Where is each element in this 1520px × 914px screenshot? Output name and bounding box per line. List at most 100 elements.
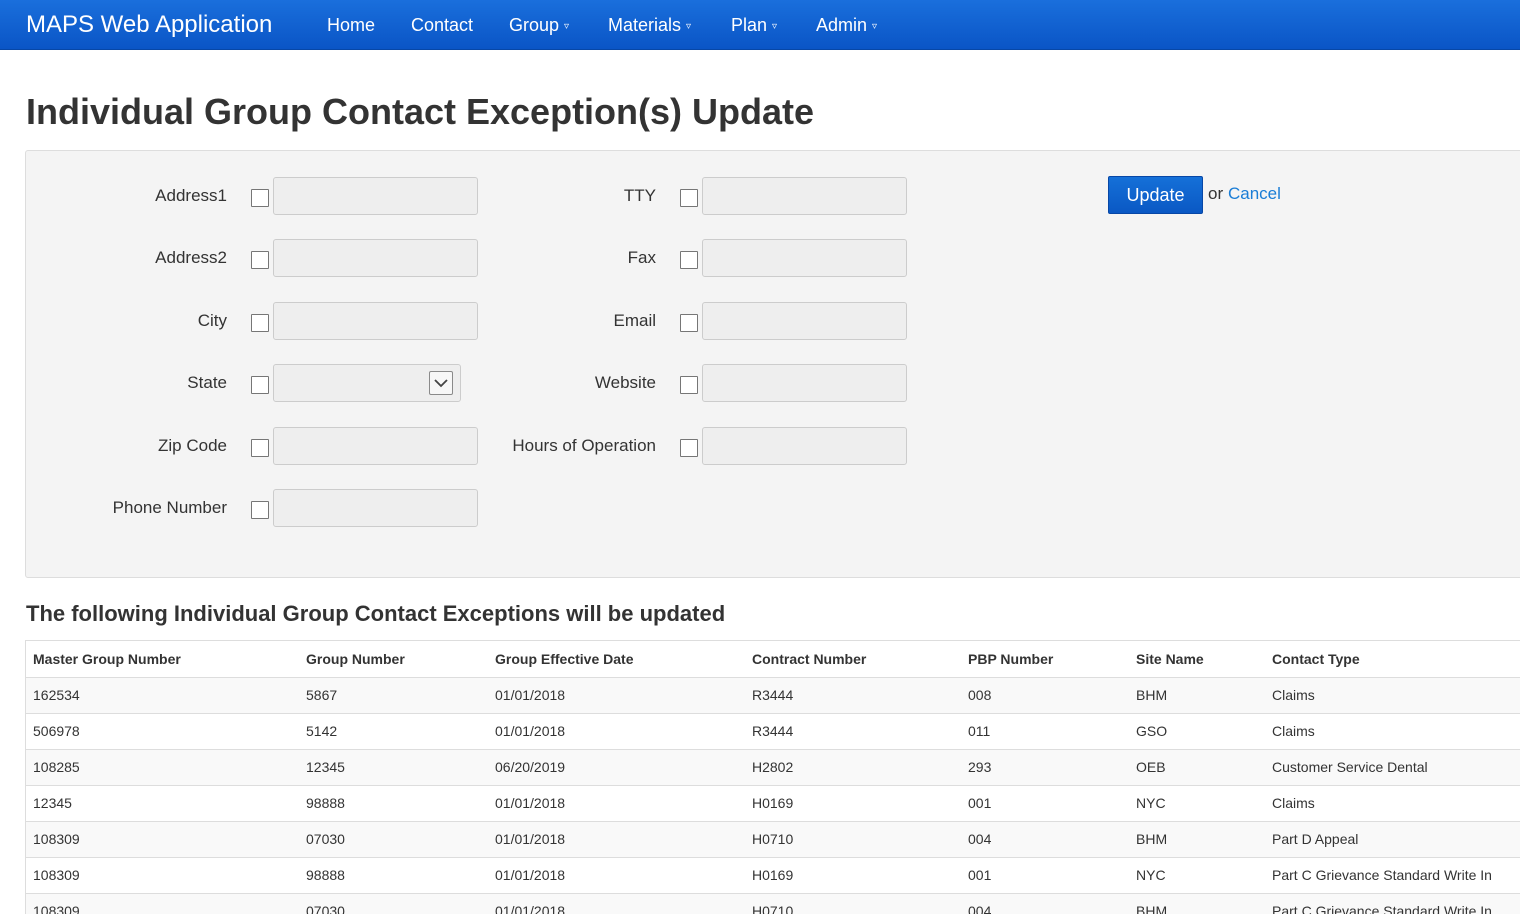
table-cell: NYC (1129, 785, 1265, 822)
column-header: Group Number (299, 641, 488, 678)
table-cell: 12345 (26, 785, 299, 822)
column-header: Group Effective Date (488, 641, 745, 678)
table-cell: Part C Grievance Standard Write In (1265, 893, 1520, 914)
table-cell: 01/01/2018 (488, 821, 745, 858)
nav-item-label: Group (509, 15, 560, 35)
table-cell: 5142 (299, 713, 488, 750)
table-cell: R3444 (745, 677, 961, 714)
table-cell: 01/01/2018 (488, 785, 745, 822)
or-text: or (1208, 184, 1224, 203)
table-cell: 108309 (26, 857, 299, 894)
table-cell: 98888 (299, 785, 488, 822)
nav-item-plan[interactable]: Plan ▿ (731, 14, 777, 40)
table-cell: 12345 (299, 749, 488, 786)
table-row: 108309 07030 01/01/2018 H0710 004 BHM Part D A… (26, 821, 1520, 858)
caret-down-icon: ▿ (772, 21, 778, 32)
address1-checkbox[interactable] (251, 189, 269, 207)
cancel-link[interactable]: Cancel (1228, 183, 1281, 205)
table-cell: Part C Grievance Standard Write In (1265, 857, 1520, 894)
phone-number-label: Phone Number (112, 498, 227, 517)
nav-item-label: Contact (411, 15, 474, 35)
table-cell: NYC (1129, 857, 1265, 894)
table-cell: Part D Appeal (1265, 821, 1520, 858)
table-row: 506978 5142 01/01/2018 R3444 011 GSO Claims (26, 713, 1520, 750)
table-cell: 01/01/2018 (488, 677, 745, 714)
table-cell: 011 (961, 713, 1129, 750)
nav-item-label: Plan (731, 15, 768, 35)
city-label: City (197, 311, 227, 330)
table-cell: H0710 (745, 893, 961, 914)
table-cell: 004 (961, 893, 1129, 914)
table-cell: Customer Service Dental (1265, 749, 1520, 786)
column-header: Contact Type (1265, 641, 1520, 678)
fax-input[interactable] (702, 239, 907, 277)
tty-checkbox[interactable] (680, 189, 698, 207)
table-cell: OEB (1129, 749, 1265, 786)
state-select[interactable] (273, 364, 461, 402)
zip-code-checkbox[interactable] (251, 439, 269, 457)
hours-of-operation-checkbox[interactable] (680, 439, 698, 457)
fax-checkbox[interactable] (680, 251, 698, 269)
nav-item-home[interactable]: Home (327, 14, 375, 36)
phone-number-checkbox[interactable] (251, 501, 269, 519)
state-checkbox[interactable] (251, 376, 269, 394)
column-header: Master Group Number (26, 641, 299, 678)
phone-number-input[interactable] (273, 489, 478, 527)
table-cell: 001 (961, 857, 1129, 894)
table-cell: 004 (961, 821, 1129, 858)
table-row: 108309 98888 01/01/2018 H0169 001 NYC Part C G… (26, 857, 1520, 894)
table-cell: 108285 (26, 749, 299, 786)
hours-of-operation-input[interactable] (702, 427, 907, 465)
table-cell: 001 (961, 785, 1129, 822)
nav-item-materials[interactable]: Materials ▿ (608, 14, 691, 40)
table-cell: 5867 (299, 677, 488, 714)
table-cell: 293 (961, 749, 1129, 786)
page-title: Individual Group Contact Exception(s) Up… (26, 91, 815, 132)
table-row: 12345 98888 01/01/2018 H0169 001 NYC Claims (26, 785, 1520, 822)
table-cell: 06/20/2019 (488, 749, 745, 786)
table-cell: GSO (1129, 713, 1265, 750)
nav-item-group[interactable]: Group ▿ (509, 14, 569, 40)
email-checkbox[interactable] (680, 314, 698, 332)
caret-down-icon: ▿ (686, 21, 692, 32)
table-row: 108309 07030 01/01/2018 H0710 004 BHM Part C G… (26, 893, 1520, 914)
email-input[interactable] (702, 302, 907, 340)
table-cell: BHM (1129, 893, 1265, 914)
column-header: Contract Number (745, 641, 961, 678)
table-cell: 108309 (26, 821, 299, 858)
table-cell: Claims (1265, 677, 1520, 714)
table-cell: Claims (1265, 785, 1520, 822)
column-header: PBP Number (961, 641, 1129, 678)
city-checkbox[interactable] (251, 314, 269, 332)
table-cell: 162534 (26, 677, 299, 714)
tty-label: TTY (623, 186, 656, 205)
address2-label: Address2 (155, 248, 227, 267)
table-row: 162534 5867 01/01/2018 R3444 008 BHM Claims (26, 677, 1520, 714)
zip-code-label: Zip Code (158, 436, 227, 455)
table-cell: 008 (961, 677, 1129, 714)
tty-input[interactable] (702, 177, 907, 215)
column-header: Site Name (1129, 641, 1265, 678)
caret-down-icon: ▿ (564, 21, 570, 32)
table-cell: R3444 (745, 713, 961, 750)
table-cell: 01/01/2018 (488, 857, 745, 894)
top-navbar: MAPS Web Application Home Contact Group ▿… (0, 0, 1520, 50)
website-input[interactable] (702, 364, 907, 402)
table-header-row: Master Group Number Group Number Group E… (26, 641, 1520, 678)
caret-down-icon: ▿ (872, 21, 878, 32)
exceptions-table: Master Group Number Group Number Group E… (26, 641, 1520, 914)
address2-checkbox[interactable] (251, 251, 269, 269)
table-cell: 01/01/2018 (488, 713, 745, 750)
update-button[interactable]: Update (1108, 176, 1203, 214)
nav-item-admin[interactable]: Admin ▿ (816, 14, 877, 40)
nav-item-contact[interactable]: Contact (411, 14, 473, 36)
website-checkbox[interactable] (680, 376, 698, 394)
table-cell: BHM (1129, 821, 1265, 858)
brand-title[interactable]: MAPS Web Application (26, 10, 272, 40)
table-cell: H0169 (745, 857, 961, 894)
email-label: Email (613, 311, 656, 330)
website-label: Website (594, 373, 656, 392)
state-label: State (187, 373, 227, 392)
exceptions-table-container[interactable]: Master Group Number Group Number Group E… (25, 640, 1520, 914)
table-cell: 07030 (299, 821, 488, 858)
